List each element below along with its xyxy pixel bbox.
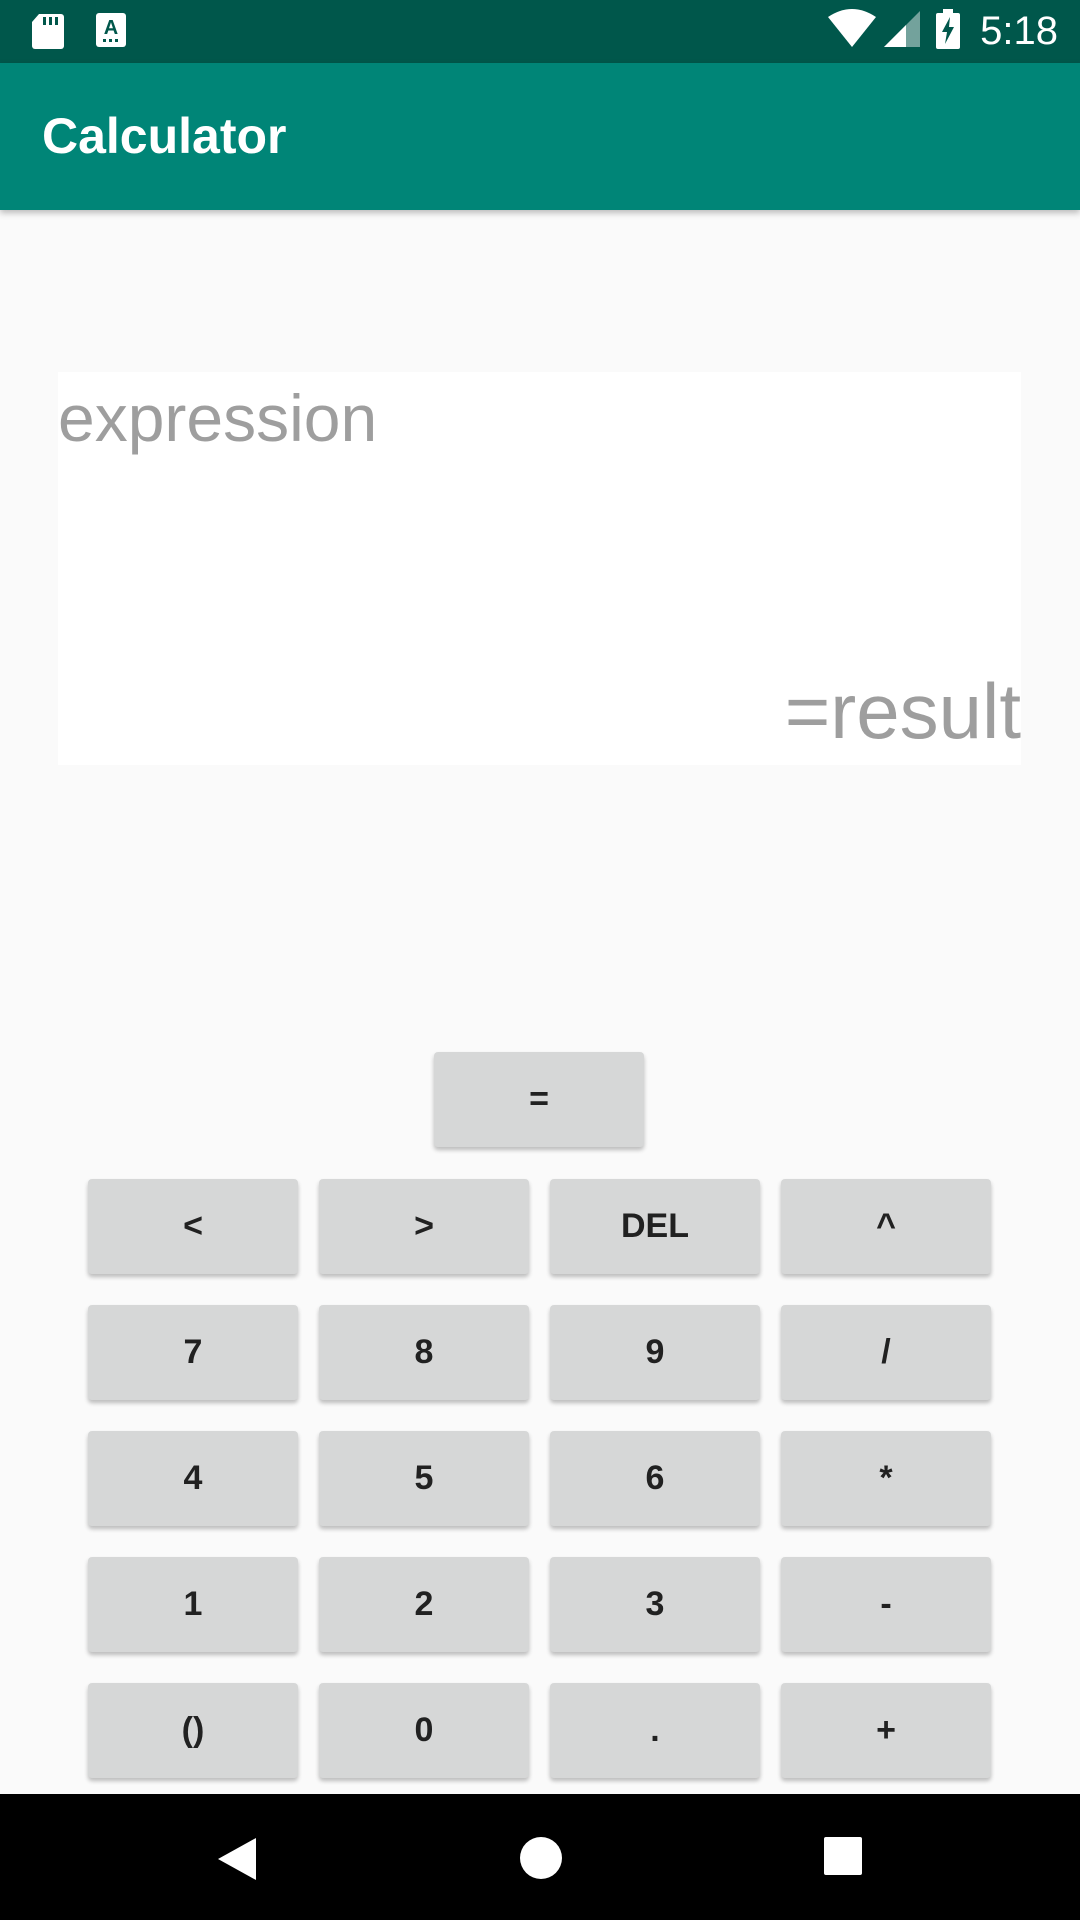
keyboard-a-icon: A: [95, 12, 127, 55]
back-icon[interactable]: [216, 1836, 258, 1887]
digit-7-button[interactable]: 7: [88, 1305, 298, 1400]
calculator-display: expression =result: [58, 372, 1021, 765]
digit-3-button[interactable]: 3: [550, 1557, 760, 1652]
subtract-button[interactable]: -: [781, 1557, 991, 1652]
digit-8-button[interactable]: 8: [319, 1305, 529, 1400]
status-time: 5:18: [980, 9, 1058, 53]
app-bar: Calculator: [0, 63, 1080, 210]
cursor-right-button[interactable]: >: [319, 1179, 529, 1274]
signal-icon: [882, 9, 922, 54]
power-button[interactable]: ^: [781, 1179, 991, 1274]
digit-6-button[interactable]: 6: [550, 1431, 760, 1526]
expression-field[interactable]: expression: [58, 380, 377, 456]
digit-5-button[interactable]: 5: [319, 1431, 529, 1526]
app-title: Calculator: [42, 108, 287, 164]
status-bar-left-icons: A: [31, 12, 127, 55]
wifi-icon: [828, 9, 877, 54]
status-bar-right: 5:18: [828, 0, 1058, 63]
add-button[interactable]: +: [781, 1683, 991, 1778]
sd-card-icon: [31, 12, 65, 55]
divide-button[interactable]: /: [781, 1305, 991, 1400]
digit-1-button[interactable]: 1: [88, 1557, 298, 1652]
equals-button[interactable]: =: [434, 1052, 644, 1147]
parentheses-button[interactable]: (): [88, 1683, 298, 1778]
digit-4-button[interactable]: 4: [88, 1431, 298, 1526]
svg-text:A: A: [104, 17, 118, 39]
decimal-point-button[interactable]: .: [550, 1683, 760, 1778]
navigation-bar: [0, 1794, 1080, 1920]
recents-icon[interactable]: [823, 1836, 863, 1881]
home-icon[interactable]: [519, 1836, 563, 1885]
cursor-left-button[interactable]: <: [88, 1179, 298, 1274]
digit-0-button[interactable]: 0: [319, 1683, 529, 1778]
delete-button[interactable]: DEL: [550, 1179, 760, 1274]
digit-2-button[interactable]: 2: [319, 1557, 529, 1652]
digit-9-button[interactable]: 9: [550, 1305, 760, 1400]
status-bar: A 5:18: [0, 0, 1080, 63]
result-field: =result: [784, 667, 1021, 755]
battery-charging-icon: [936, 9, 961, 54]
multiply-button[interactable]: *: [781, 1431, 991, 1526]
